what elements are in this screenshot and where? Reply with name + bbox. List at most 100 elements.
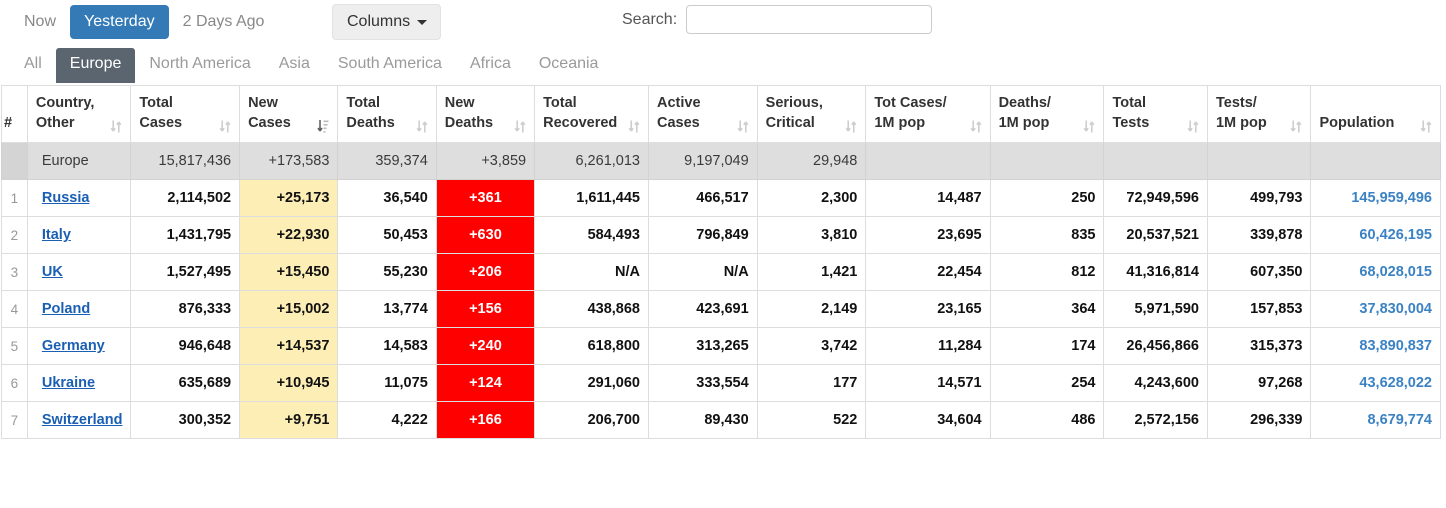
day-filter-yesterday[interactable]: Yesterday [70, 5, 169, 39]
country-link[interactable]: Ukraine [42, 375, 95, 391]
table-body: Europe 15,817,436 +173,583 359,374 +3,859 6,2… [1, 142, 1441, 440]
header-line-2: Recovered [543, 114, 618, 131]
country-link[interactable]: Germany [42, 338, 105, 354]
sort-both-icon[interactable] [845, 119, 857, 134]
columns-dropdown-label: Columns [347, 13, 411, 30]
cell-total-cases: 1,431,795 [130, 216, 241, 255]
column-header-[interactable]: # [1, 84, 28, 144]
column-header-population[interactable]: Population [1310, 84, 1441, 144]
header-line-1: Deaths/ [998, 95, 1051, 111]
table-row: 4 Poland 876,333 +15,002 13,774 +156 438,868 42… [1, 290, 1441, 329]
cell-new-cases: +173,583 [239, 142, 339, 181]
cell-total-cases: 1,527,495 [130, 253, 241, 292]
header-line-1: Total [139, 95, 173, 111]
sort-both-icon[interactable] [628, 119, 640, 134]
cell-deaths-1m: 812 [989, 253, 1105, 292]
tab-europe[interactable]: Europe [55, 48, 136, 83]
column-header-total-cases[interactable]: Total Cases [130, 84, 241, 144]
column-header-new-deaths[interactable]: New Deaths [435, 84, 536, 144]
cell-total-recovered: 291,060 [534, 364, 649, 403]
cell-tests-1m: 315,373 [1206, 327, 1312, 366]
country-link[interactable]: Russia [42, 190, 90, 206]
cell-index: 3 [1, 253, 28, 292]
cell-new-cases: +22,930 [239, 216, 339, 255]
cell-population: 145,959,496 [1310, 179, 1441, 218]
cell-total-tests: 26,456,866 [1103, 327, 1208, 366]
header-line-2-row: Population [1319, 114, 1432, 134]
cell-country: Switzerland [26, 401, 132, 440]
header-line-2: Population [1319, 114, 1395, 131]
cell-total-recovered: 206,700 [534, 401, 649, 440]
cell-tests-1m: 339,878 [1206, 216, 1312, 255]
header-line-2-row: Tests [1112, 114, 1199, 134]
column-header-tot-cases-1m-pop[interactable]: Tot Cases/1M pop [865, 84, 991, 144]
cell-active-cases: N/A [647, 253, 758, 292]
sort-both-icon[interactable] [737, 119, 749, 134]
cell-deaths-1m: 254 [989, 364, 1105, 403]
day-filter-2-days-ago[interactable]: 2 Days Ago [169, 5, 279, 39]
cell-total-deaths: 13,774 [337, 290, 437, 329]
header-line-2: Other [35, 114, 75, 131]
day-filter-now[interactable]: Now [10, 5, 70, 39]
sort-both-icon[interactable] [219, 119, 231, 134]
cell-active-cases: 466,517 [647, 179, 758, 218]
column-header-total-tests[interactable]: Total Tests [1103, 84, 1208, 144]
cell-active-cases: 313,265 [647, 327, 758, 366]
column-header-serious-critical[interactable]: Serious, Critical [756, 84, 867, 144]
cell-country: Ukraine [26, 364, 132, 403]
sort-both-icon[interactable] [1083, 119, 1095, 134]
sort-both-icon[interactable] [1290, 119, 1302, 134]
cell-total-tests: 2,572,156 [1103, 401, 1208, 440]
sort-both-icon[interactable] [416, 119, 428, 134]
cell-total-recovered: 618,800 [534, 327, 649, 366]
tab-africa[interactable]: Africa [456, 48, 525, 83]
search-input[interactable] [686, 5, 933, 34]
cell-country: UK [26, 253, 132, 292]
sort-both-icon[interactable] [110, 119, 122, 134]
cell-deaths-1m: 486 [989, 401, 1105, 440]
tab-oceania[interactable]: Oceania [525, 48, 613, 83]
country-link[interactable]: Poland [42, 301, 90, 317]
cell-serious-critical: 177 [756, 364, 867, 403]
column-header-total-deaths[interactable]: Total Deaths [337, 84, 437, 144]
tab-south-america[interactable]: South America [324, 48, 456, 83]
column-header-active-cases[interactable]: Active Cases [647, 84, 758, 144]
header-line-2: Cases [139, 114, 183, 131]
country-link[interactable]: Italy [42, 227, 71, 243]
header-line-2-row: Cases [657, 114, 749, 134]
cell-total-recovered: 584,493 [534, 216, 649, 255]
column-header-country-other[interactable]: Country, Other [26, 84, 132, 144]
cell-active-cases: 423,691 [647, 290, 758, 329]
header-line-2-row: Cases [139, 114, 231, 134]
header-line-2: 1M pop [874, 114, 926, 131]
sort-both-icon[interactable] [1187, 119, 1199, 134]
sort-desc-icon[interactable] [317, 119, 329, 134]
column-header-new-cases[interactable]: New Cases [239, 84, 339, 144]
cell-tests-1m: 157,853 [1206, 290, 1312, 329]
cell-tot-cases-1m: 11,284 [865, 327, 991, 366]
columns-dropdown-button[interactable]: Columns [332, 4, 442, 40]
column-header-total-recovered[interactable]: Total Recovered [534, 84, 649, 144]
column-header-tests-1m-pop[interactable]: Tests/1M pop [1206, 84, 1312, 144]
tab-north-america[interactable]: North America [135, 48, 264, 83]
cell-population: 37,830,004 [1310, 290, 1441, 329]
cell-population: 8,679,774 [1310, 401, 1441, 440]
header-line-1: Total [1112, 95, 1147, 111]
country-link[interactable]: UK [42, 264, 63, 280]
cell-total-recovered: 6,261,013 [534, 142, 649, 181]
tab-all[interactable]: All [10, 48, 56, 83]
cell-new-deaths: +3,859 [435, 142, 536, 181]
table-header: # Country, Other Total Cases New Cases Total Dea… [1, 84, 1441, 144]
sort-both-icon[interactable] [514, 119, 526, 134]
sort-both-icon[interactable] [1420, 119, 1432, 134]
column-header-deaths-1m-pop[interactable]: Deaths/1M pop [989, 84, 1105, 144]
header-line-2: # [4, 114, 13, 131]
country-link[interactable]: Switzerland [42, 412, 123, 428]
sort-both-icon[interactable] [970, 119, 982, 134]
cell-total-tests: 20,537,521 [1103, 216, 1208, 255]
header-line-2-row: Deaths [346, 114, 428, 134]
cell-total-cases: 635,689 [130, 364, 241, 403]
header-line-2: Deaths [346, 114, 395, 131]
cell-new-deaths: +240 [435, 327, 536, 366]
tab-asia[interactable]: Asia [265, 48, 324, 83]
